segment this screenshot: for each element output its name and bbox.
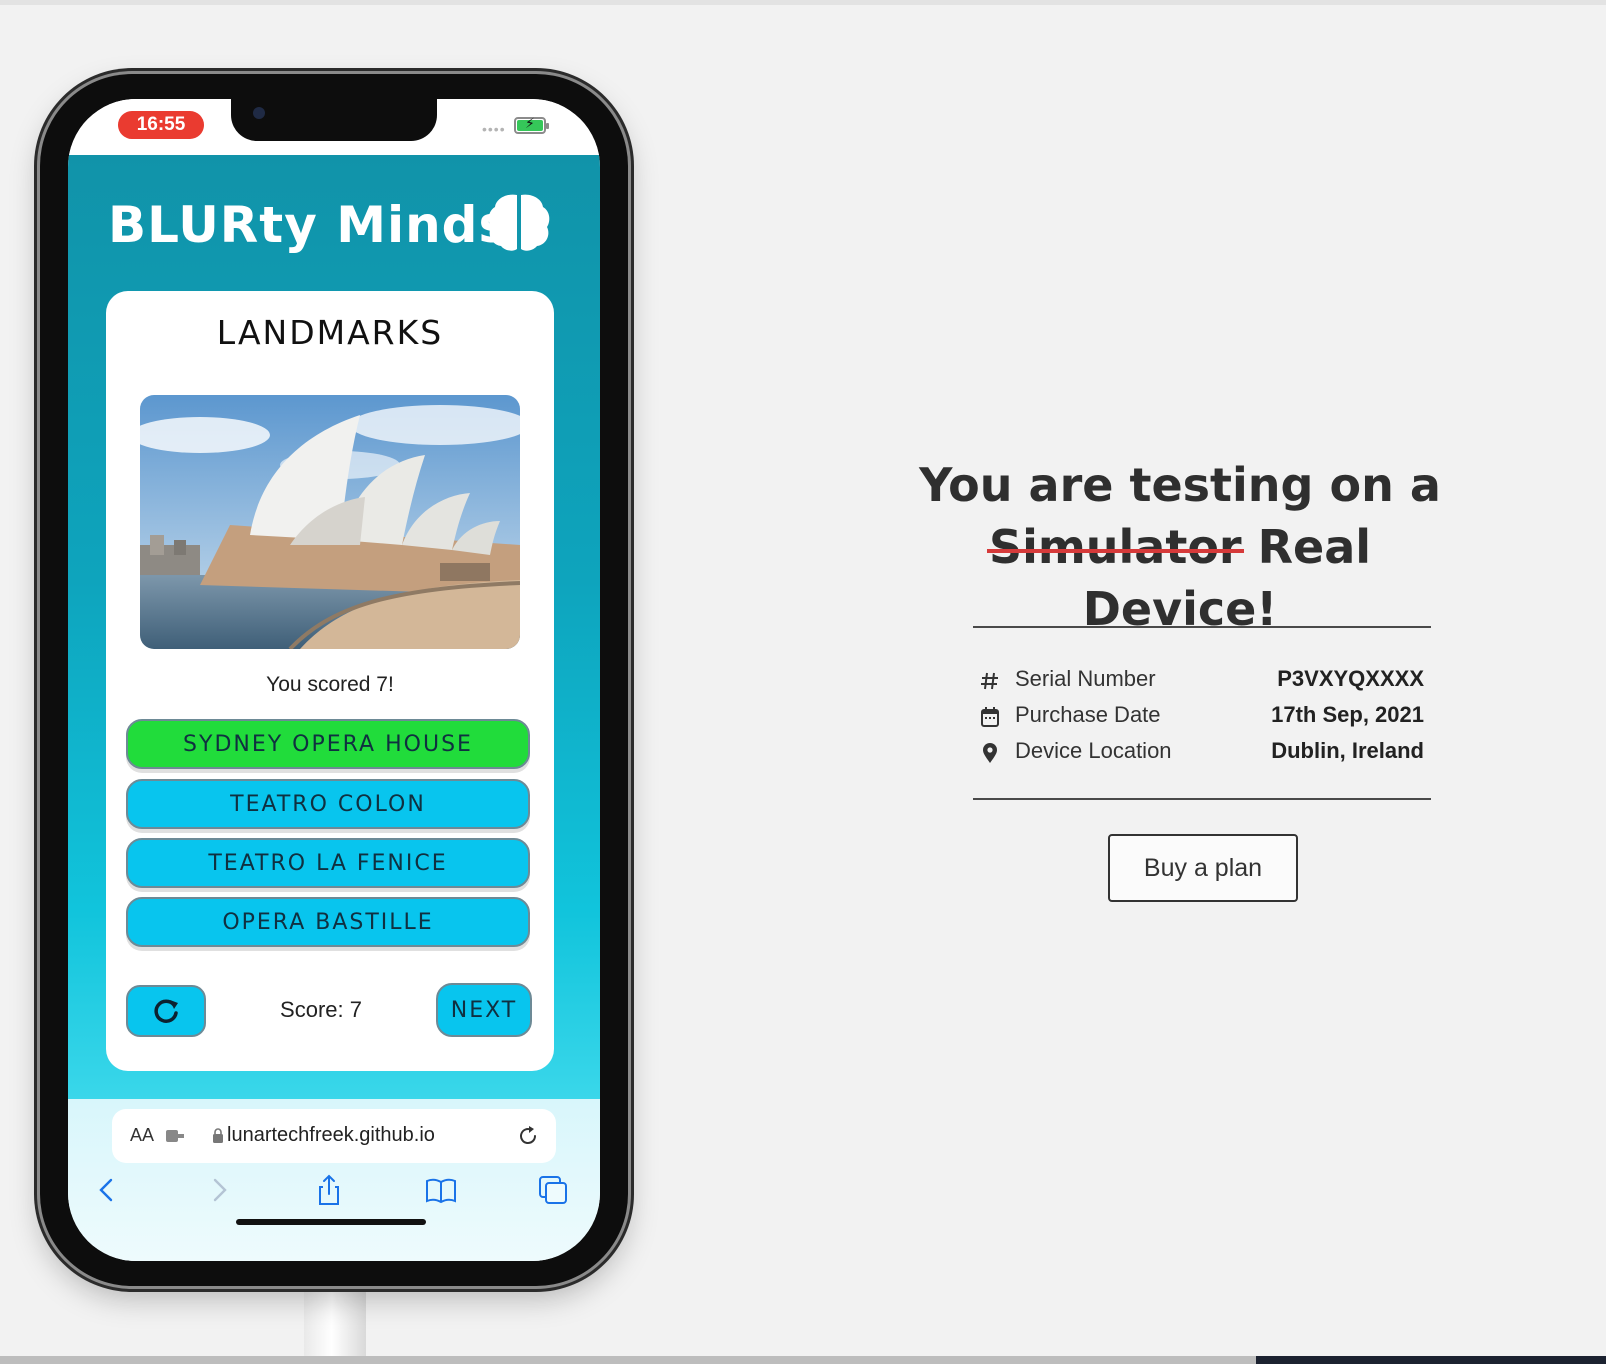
reload-icon[interactable] [516, 1124, 540, 1148]
info-row-serial: Serial Number P3VXYQXXXX [980, 666, 1424, 696]
category-title: LANDMARKS [216, 313, 444, 352]
power-button [628, 395, 634, 523]
answer-button-3[interactable]: TEATRO LA FENICE [126, 838, 530, 888]
tabs-icon[interactable] [536, 1173, 570, 1207]
landmark-image [140, 395, 520, 649]
back-icon[interactable] [90, 1173, 124, 1207]
location-pin-icon [983, 743, 997, 763]
purchase-date-value: 17th Sep, 2021 [1271, 702, 1424, 727]
hash-icon [981, 672, 998, 690]
headline-line-1: You are testing on a [919, 458, 1441, 512]
lock-icon [213, 1128, 223, 1143]
next-button[interactable]: NEXT [436, 983, 532, 1037]
status-bar: 16:55 •••• ⚡ [68, 99, 600, 157]
info-row-location: Device Location Dublin, Ireland [980, 738, 1424, 768]
signal-icon: •••• [482, 121, 506, 137]
location-value: Dublin, Ireland [1271, 738, 1424, 763]
score-label: Score: 7 [280, 997, 362, 1022]
bookmarks-icon[interactable] [424, 1173, 458, 1207]
text-size-button[interactable]: AA [130, 1125, 154, 1146]
serial-label: Serial Number [1015, 666, 1156, 691]
safari-toolbar: AA lunartechfreek.github.io [68, 1099, 600, 1261]
serial-value: P3VXYQXXXX [1277, 666, 1424, 691]
score-message: You scored 7! [266, 673, 394, 696]
struck-word: Simulator [986, 516, 1244, 578]
location-label: Device Location [1015, 738, 1172, 763]
headline-line-2: Simulator Real Device! [900, 516, 1460, 640]
home-indicator [236, 1219, 426, 1225]
app-title: BLURty Minds [108, 196, 510, 254]
top-rule [0, 0, 1606, 5]
restart-button[interactable] [126, 985, 206, 1037]
address-bar[interactable]: AA lunartechfreek.github.io [112, 1109, 556, 1163]
brain-icon [488, 194, 550, 251]
charging-cable [304, 1285, 366, 1364]
forward-icon[interactable] [202, 1173, 236, 1207]
notch [231, 99, 437, 141]
opera-house-photo [140, 395, 520, 649]
divider-bottom [973, 798, 1431, 800]
calendar-icon [981, 707, 999, 727]
status-time: 16:55 [118, 111, 204, 139]
purchase-date-label: Purchase Date [1015, 702, 1161, 727]
restart-icon [154, 999, 178, 1023]
buy-plan-button[interactable]: Buy a plan [1108, 834, 1298, 902]
divider-top [973, 626, 1431, 628]
quiz-card: LANDMARKS You scored 7! SYDNEY OPERA HOU… [106, 291, 554, 1071]
share-icon[interactable] [312, 1173, 346, 1207]
answer-button-1[interactable]: SYDNEY OPERA HOUSE [126, 719, 530, 769]
answer-button-2[interactable]: TEATRO COLON [126, 779, 530, 829]
quiz-app: BLURty Minds LANDMARKS You scored 7! SYD… [68, 155, 600, 1100]
answer-button-4[interactable]: OPERA BASTILLE [126, 897, 530, 947]
front-camera [253, 107, 265, 119]
phone-frame: 16:55 •••• ⚡ BLURty Minds LANDMARKS You … [40, 74, 628, 1286]
headline: You are testing on a Simulator Real Devi… [900, 454, 1460, 640]
bottom-bar [0, 1356, 1606, 1364]
battery-charging-icon: ⚡ [514, 115, 549, 134]
url-text[interactable]: lunartechfreek.github.io [227, 1124, 435, 1147]
info-row-purchase-date: Purchase Date 17th Sep, 2021 [980, 702, 1424, 732]
extension-icon[interactable] [166, 1129, 184, 1143]
phone-screen: 16:55 •••• ⚡ BLURty Minds LANDMARKS You … [68, 99, 600, 1261]
